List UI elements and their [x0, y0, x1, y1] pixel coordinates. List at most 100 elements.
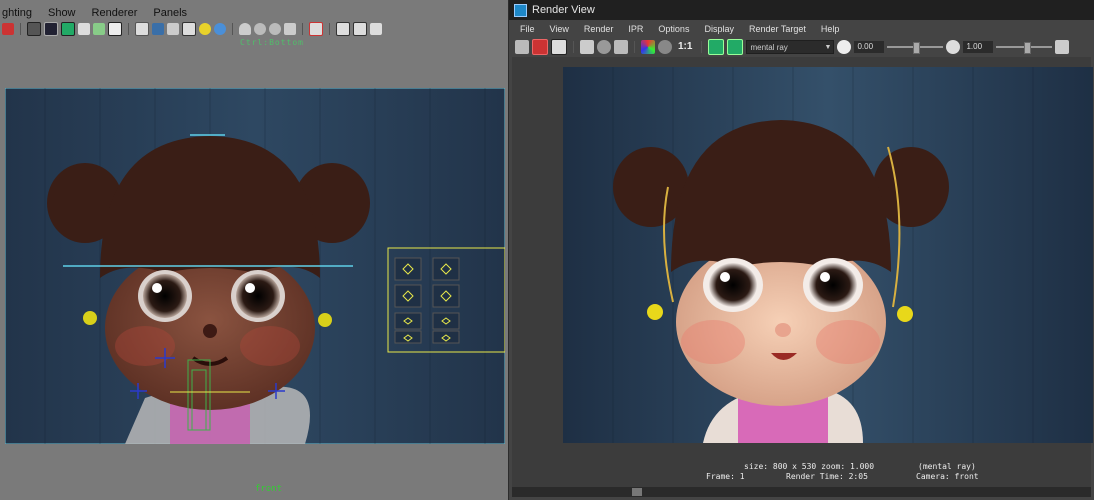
gamma-icon[interactable]	[946, 39, 961, 54]
toolbar-separator	[20, 23, 21, 35]
menu-options[interactable]: Options	[656, 22, 691, 37]
redo-render-icon[interactable]	[515, 39, 529, 54]
iris-left	[709, 263, 757, 307]
alpha-channel-icon[interactable]	[658, 39, 672, 54]
shadows-icon[interactable]	[214, 23, 226, 35]
slider-thumb[interactable]	[1024, 41, 1032, 54]
eye-highlight-left	[152, 283, 162, 293]
snapshot-icon[interactable]	[551, 38, 567, 55]
menu-render-target[interactable]: Render Target	[747, 22, 808, 37]
cheek-left	[681, 320, 745, 364]
toolbar-separator	[128, 23, 129, 35]
remove-image-icon[interactable]	[727, 38, 744, 55]
color-management-icon[interactable]	[1055, 39, 1070, 54]
tuning-icon[interactable]	[614, 39, 628, 54]
cheek-right	[240, 326, 300, 366]
safe-icon[interactable]	[93, 23, 105, 35]
gate-icon[interactable]	[61, 22, 75, 36]
exposure-field[interactable]: 0.00	[854, 40, 885, 53]
menu-renderer[interactable]: Renderer	[90, 5, 140, 21]
ratio-label[interactable]: 1:1	[678, 41, 692, 52]
menu-lighting[interactable]: ghting	[0, 5, 34, 21]
earring-right	[318, 313, 332, 327]
render-icon[interactable]	[2, 23, 14, 35]
film-icon[interactable]	[44, 22, 58, 36]
toolbar-separator	[573, 40, 574, 53]
render-time-info: Render Time: 2:05	[786, 472, 868, 481]
resolution-icon[interactable]	[78, 23, 90, 35]
keep-image-icon[interactable]	[708, 38, 725, 55]
iris-right	[236, 274, 280, 318]
refresh-icon[interactable]	[597, 39, 611, 54]
render-region-icon[interactable]	[532, 38, 548, 55]
cheek-right	[816, 320, 880, 364]
text-icon[interactable]	[108, 22, 122, 36]
render-view-menubar: File View Render IPR Options Display Ren…	[509, 22, 1094, 37]
share-icon[interactable]	[370, 23, 382, 35]
cube-icon[interactable]	[284, 23, 296, 35]
lights-icon[interactable]	[182, 22, 196, 36]
layout-icon[interactable]	[353, 22, 367, 36]
eye-highlight-left	[720, 272, 730, 282]
gamma-field[interactable]: 1.00	[963, 40, 994, 53]
menu-view[interactable]: View	[548, 22, 571, 37]
exposure-icon[interactable]	[837, 39, 852, 54]
render-status: size: 800 x 530 zoom: 1.000 (mental ray)…	[512, 462, 1091, 482]
nose	[203, 324, 217, 338]
render-size-info: size: 800 x 530 zoom: 1.000	[744, 462, 875, 471]
isolate-icon[interactable]	[254, 23, 266, 35]
snapshot-icon[interactable]	[336, 22, 350, 36]
renderer-value: mental ray	[750, 42, 788, 52]
menu-render[interactable]: Render	[582, 22, 616, 37]
chevron-down-icon: ▼	[824, 43, 832, 51]
iris-left	[143, 274, 187, 318]
eye-highlight-right	[820, 272, 830, 282]
slider-thumb[interactable]	[913, 41, 921, 54]
grid-icon[interactable]	[27, 22, 41, 36]
camera-label: front	[255, 484, 283, 494]
earring-left	[83, 311, 97, 325]
textured-icon[interactable]	[167, 23, 179, 35]
renderer-select[interactable]: mental ray ▼	[746, 39, 835, 54]
render-renderer-info: (mental ray)	[918, 462, 976, 471]
lighting-icon[interactable]	[199, 23, 211, 35]
viewport-panel[interactable]: ghting Show Renderer Panels Ctrl:Bottom	[0, 0, 508, 500]
toolbar-separator	[232, 23, 233, 35]
wireframe-icon[interactable]	[135, 22, 149, 36]
earring-right	[897, 306, 913, 322]
viewport-toolbar	[0, 21, 508, 37]
gamma-slider[interactable]	[996, 41, 1053, 54]
render-view-toolbar: 1:1 mental ray ▼ 0.00 1.00	[509, 37, 1094, 56]
rendered-image[interactable]	[563, 67, 1093, 443]
window-title: Render View	[532, 4, 595, 16]
toolbar-separator	[302, 23, 303, 35]
iris-right	[809, 263, 857, 307]
rgb-channel-icon[interactable]	[641, 39, 655, 54]
render-view-panel[interactable]: size: 800 x 530 zoom: 1.000 (mental ray)…	[512, 57, 1093, 487]
sphere-icon[interactable]	[269, 23, 281, 35]
exposure-slider[interactable]	[887, 41, 944, 54]
cheek-left	[115, 326, 175, 366]
toolbar-separator	[634, 40, 635, 53]
xray-icon[interactable]	[239, 23, 251, 35]
viewport-hud-top: Ctrl:Bottom	[240, 38, 304, 47]
menu-help[interactable]: Help	[819, 22, 842, 37]
horizontal-scrollbar[interactable]	[512, 487, 1091, 497]
menu-show[interactable]: Show	[46, 5, 78, 21]
menu-panels[interactable]: Panels	[151, 5, 189, 21]
toolbar-separator	[329, 23, 330, 35]
scrollbar-thumb[interactable]	[632, 488, 642, 496]
render-frame-info: Frame: 1	[706, 472, 745, 481]
earring-left	[647, 304, 663, 320]
app-icon	[514, 3, 527, 17]
render-camera-info: Camera: front	[916, 472, 979, 481]
menu-display[interactable]: Display	[702, 22, 736, 37]
ipr-render-icon[interactable]	[580, 39, 594, 54]
menu-file[interactable]: File	[518, 22, 537, 37]
menu-ipr[interactable]: IPR	[626, 22, 645, 37]
render-view-window: Render View File View Render IPR Options…	[509, 0, 1094, 500]
render-view-titlebar[interactable]: Render View	[509, 0, 1094, 20]
viewport-canvas[interactable]	[5, 88, 505, 444]
shaded-icon[interactable]	[152, 23, 164, 35]
camera-icon[interactable]	[309, 22, 323, 36]
